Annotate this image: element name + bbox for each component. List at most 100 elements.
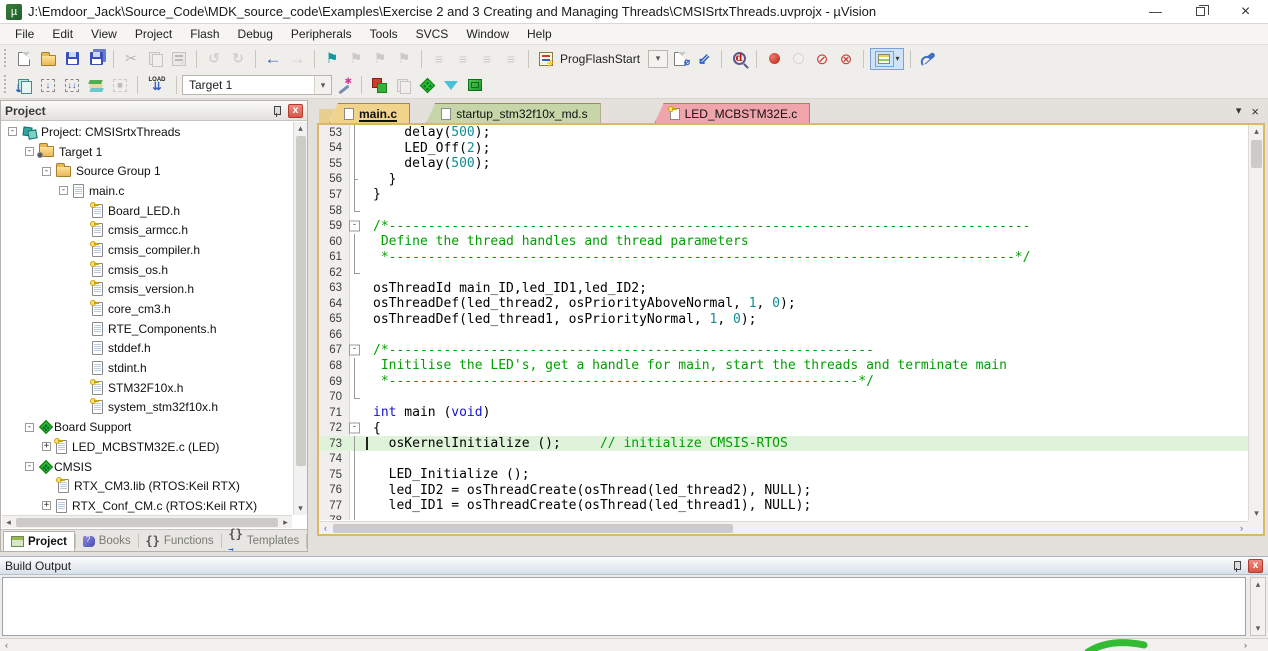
panel-tab-templates[interactable]: {}→Templates xyxy=(221,531,306,551)
project-tree-vscrollbar[interactable]: ▴ ▾ xyxy=(293,122,307,515)
code-line-62[interactable]: 62 xyxy=(319,265,1248,281)
code-line-72[interactable]: 72{ xyxy=(319,420,1248,436)
memory-window-dropdown-arrow[interactable]: ▾ xyxy=(896,54,900,63)
code-line-59[interactable]: 59/*------------------------------------… xyxy=(319,218,1248,234)
manage-rte-button[interactable] xyxy=(416,74,438,96)
tree-item-stddef-h[interactable]: stddef.h xyxy=(2,339,292,359)
scroll-left-arrow[interactable]: ‹ xyxy=(0,639,13,651)
copy-button[interactable] xyxy=(144,48,166,70)
prev-bookmark-button[interactable]: ⚑ xyxy=(345,48,367,70)
fold-margin[interactable] xyxy=(346,343,364,359)
next-bookmark-button[interactable]: ⚑ xyxy=(369,48,391,70)
open-file-button[interactable] xyxy=(37,48,59,70)
insert-breakpoint-button[interactable] xyxy=(763,48,785,70)
menu-flash[interactable]: Flash xyxy=(181,25,228,43)
menu-window[interactable]: Window xyxy=(457,25,518,43)
save-all-button[interactable] xyxy=(85,48,107,70)
options-for-target-button[interactable] xyxy=(333,74,355,96)
code-line-54[interactable]: 54 LED_Off(2); xyxy=(319,141,1248,157)
tree-item-main-c[interactable]: -main.c xyxy=(2,181,292,201)
build-output-vscrollbar[interactable]: ▴ ▾ xyxy=(1250,577,1266,636)
menu-peripherals[interactable]: Peripherals xyxy=(282,25,361,43)
find-in-files-button[interactable]: ⌀ xyxy=(669,48,691,70)
code-line-61[interactable]: 61 *------------------------------------… xyxy=(319,249,1248,265)
target-select[interactable]: Target 1 ▾ xyxy=(182,75,332,95)
toolbar-grip[interactable] xyxy=(3,75,8,95)
tree-item-target-1[interactable]: -Target 1 xyxy=(2,142,292,162)
scroll-right-arrow[interactable]: ▸ xyxy=(279,516,292,529)
menu-edit[interactable]: Edit xyxy=(43,25,82,43)
tree-item-system-stm32f10x-h[interactable]: system_stm32f10x.h xyxy=(2,398,292,418)
navigate-forward-button[interactable]: → xyxy=(286,48,308,70)
scroll-down-arrow[interactable]: ▾ xyxy=(1250,507,1263,520)
scroll-up-arrow[interactable]: ▴ xyxy=(1250,125,1263,138)
panel-splitter[interactable] xyxy=(309,100,317,552)
code-line-56[interactable]: 56 } xyxy=(319,172,1248,188)
close-document-button[interactable]: × xyxy=(1251,104,1259,119)
scroll-up-arrow[interactable]: ▴ xyxy=(1252,578,1265,591)
collapse-expander[interactable]: - xyxy=(8,127,17,136)
tree-item-cmsis-compiler-h[interactable]: cmsis_compiler.h xyxy=(2,240,292,260)
scroll-up-arrow[interactable]: ▴ xyxy=(294,122,307,135)
rebuild-all-button[interactable]: ↓↓ xyxy=(61,74,83,96)
tree-item-rte-components-h[interactable]: RTE_Components.h xyxy=(2,319,292,339)
uncomment-button[interactable]: ≡ xyxy=(500,48,522,70)
comment-button[interactable]: ≡ xyxy=(476,48,498,70)
build-output-close-button[interactable]: x xyxy=(1248,559,1263,573)
code-line-74[interactable]: 74 xyxy=(319,451,1248,467)
collapse-expander[interactable]: - xyxy=(25,147,34,156)
target-select-arrow[interactable]: ▾ xyxy=(314,76,331,94)
build-output-hscrollbar[interactable]: ‹ › xyxy=(0,638,1268,651)
tree-item-stm32f10x-h[interactable]: STM32F10x.h xyxy=(2,378,292,398)
scrollbar-thumb[interactable] xyxy=(333,524,733,533)
tree-item-cmsis-armcc-h[interactable]: cmsis_armcc.h xyxy=(2,220,292,240)
translate-file-button[interactable]: ⇣ xyxy=(13,74,35,96)
scroll-left-arrow[interactable]: ‹ xyxy=(319,522,332,535)
editor-tab-led-mcbstm32e-c[interactable]: LED_MCBSTM32E.c xyxy=(655,103,811,123)
panel-tab-functions[interactable]: {}Functions xyxy=(138,531,220,551)
disable-all-breakpoints-button[interactable]: ⊘ xyxy=(811,48,833,70)
stop-build-button[interactable]: ■ xyxy=(109,74,131,96)
code-line-69[interactable]: 69 *------------------------------------… xyxy=(319,374,1248,390)
toggle-bookmark-button[interactable]: ⚑ xyxy=(321,48,343,70)
minimize-button[interactable]: — xyxy=(1133,0,1178,23)
collapse-expander[interactable]: - xyxy=(42,167,51,176)
pin-icon[interactable] xyxy=(1230,559,1244,573)
code-line-75[interactable]: 75 LED_Initialize (); xyxy=(319,467,1248,483)
tree-item-led-mcbstm32e-c-led[interactable]: +LED_MCBSTM32E.c (LED) xyxy=(2,437,292,457)
tree-item-core-cm3-h[interactable]: core_cm3.h xyxy=(2,299,292,319)
tree-item-board-led-h[interactable]: Board_LED.h xyxy=(2,201,292,221)
select-packs-button[interactable] xyxy=(440,74,462,96)
menu-svcs[interactable]: SVCS xyxy=(407,25,458,43)
unindent-button[interactable]: ≡ xyxy=(452,48,474,70)
new-file-button[interactable] xyxy=(13,48,35,70)
undo-button[interactable]: ↺ xyxy=(203,48,225,70)
scrollbar-thumb[interactable] xyxy=(16,518,278,527)
build-button[interactable]: ↓ xyxy=(37,74,59,96)
build-output-content[interactable] xyxy=(3,578,1245,635)
tree-item-project-cmsisrtxthreads[interactable]: -Project: CMSISrtxThreads xyxy=(2,122,292,142)
menu-project[interactable]: Project xyxy=(126,25,181,43)
configure-tools-button[interactable] xyxy=(917,48,939,70)
scroll-right-arrow[interactable]: › xyxy=(1239,639,1252,651)
scrollbar-thumb[interactable] xyxy=(1251,140,1262,168)
tree-item-stdint-h[interactable]: stdint.h xyxy=(2,358,292,378)
fold-margin[interactable] xyxy=(346,218,364,234)
scroll-down-arrow[interactable]: ▾ xyxy=(1252,622,1265,635)
enable-breakpoint-button[interactable] xyxy=(787,48,809,70)
code-line-67[interactable]: 67/*------------------------------------… xyxy=(319,343,1248,359)
fold-margin[interactable] xyxy=(346,420,364,436)
redo-button[interactable]: ↻ xyxy=(227,48,249,70)
scroll-left-arrow[interactable]: ◂ xyxy=(2,516,15,529)
panel-tab-project[interactable]: Project xyxy=(3,531,75,551)
menu-help[interactable]: Help xyxy=(518,25,561,43)
indent-button[interactable]: ≡ xyxy=(428,48,450,70)
project-panel-close-button[interactable]: x xyxy=(288,104,303,118)
code-line-78[interactable]: 78 xyxy=(319,514,1248,520)
code-line-73[interactable]: 73 osKernelInitialize (); // initialize … xyxy=(319,436,1248,452)
code-line-58[interactable]: 58 xyxy=(319,203,1248,219)
code-line-77[interactable]: 77 led_ID1 = osThreadCreate(osThread(led… xyxy=(319,498,1248,514)
paste-button[interactable] xyxy=(168,48,190,70)
scroll-down-arrow[interactable]: ▾ xyxy=(294,502,307,515)
collapse-expander[interactable]: - xyxy=(59,186,68,195)
